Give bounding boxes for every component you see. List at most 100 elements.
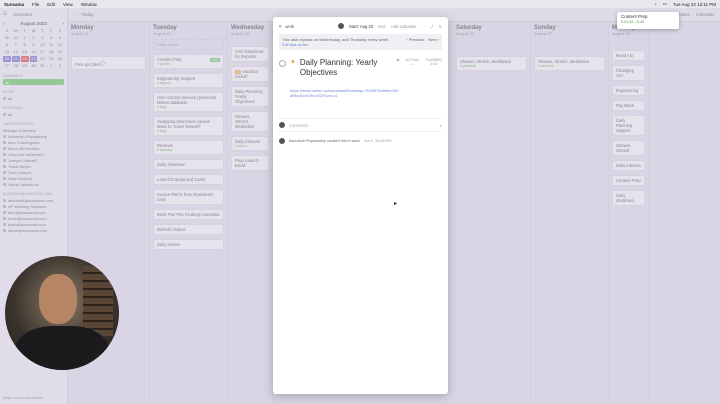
wifi-icon[interactable]: ◔	[654, 2, 657, 7]
calendar-day[interactable]: 4	[47, 35, 55, 41]
menubar-app-name[interactable]: Sunsama	[4, 2, 24, 7]
calendar-day[interactable]: 7	[12, 42, 20, 48]
edit-task-series-link[interactable]: Edit task series	[282, 43, 389, 47]
calendar-day[interactable]: 21	[11, 56, 20, 62]
task-card[interactable]: User commit (service) particular Notion …	[153, 92, 224, 112]
sidebar-account[interactable]: sarah@sunsama.com	[3, 227, 64, 233]
notes-link[interactable]: https://www.notion.so/sunsama/Roadmap-7b…	[290, 88, 400, 98]
task-card[interactable]: Daily Planning: Yearly Objectives	[231, 86, 269, 107]
play-icon[interactable]: ▶	[397, 58, 400, 66]
task-card[interactable]: CSV Download for Reports	[231, 46, 269, 62]
menu-file[interactable]: File	[32, 2, 39, 7]
today-button[interactable]: Today	[82, 12, 94, 17]
calendar-day[interactable]: 9	[30, 42, 38, 48]
calendar-day[interactable]: 24	[38, 56, 46, 62]
calendar-day[interactable]: 29	[21, 63, 29, 69]
calendar-day[interactable]: 18	[47, 49, 55, 55]
task-card[interactable]: Read Alo	[612, 50, 645, 61]
planned-time[interactable]: PLANNED 0:15	[425, 58, 442, 66]
calendar-day[interactable]: 1	[47, 63, 55, 69]
calendar-day[interactable]: 5	[56, 35, 64, 41]
menu-edit[interactable]: Edit	[47, 2, 55, 7]
calendar-day[interactable]: 1	[21, 35, 29, 41]
calendar-day[interactable]: 14	[12, 49, 20, 55]
task-card[interactable]: Changing Get	[612, 65, 645, 81]
calendar-day[interactable]: 12	[56, 42, 64, 48]
calendar-day[interactable]: 26	[56, 56, 64, 62]
task-card[interactable]: ● Vacation Kickoff	[231, 66, 269, 82]
task-card[interactable]: Daily shutdown	[153, 159, 224, 170]
menu-icon[interactable]: ☰	[3, 11, 7, 17]
calendar-day[interactable]: 17	[38, 49, 46, 55]
calendar-day[interactable]: 23	[29, 56, 38, 62]
menubar-clock[interactable]: Tue Aug 22 12:11 PM	[673, 2, 716, 7]
calendar-day[interactable]: 8	[21, 42, 29, 48]
sidebar-item-work-all[interactable]: all	[3, 95, 64, 101]
sidebar-person[interactable]: Vishal Jaisimhulu	[3, 181, 64, 187]
calendar-day[interactable]: 2	[30, 35, 38, 41]
expand-icon[interactable]: ⤢	[430, 24, 433, 29]
task-card[interactable]: Daily shutdown	[612, 190, 645, 206]
calendar-day[interactable]: 11	[47, 42, 55, 48]
task-card[interactable]: Shower, Stretch	[612, 140, 645, 156]
calendar-day[interactable]: 6	[3, 42, 11, 48]
calendar-day-today[interactable]: 22	[20, 56, 29, 62]
calendar-day[interactable]: 19	[56, 49, 64, 55]
calendar-day[interactable]: 30	[3, 35, 11, 41]
chevron-left-icon[interactable]: ‹	[3, 21, 5, 26]
task-card[interactable]: Daily inboxes	[612, 160, 645, 171]
channel-selector[interactable]: work	[285, 24, 294, 29]
task-card[interactable]: Book Pan Pan Findings Sunsama	[153, 209, 224, 220]
timer-notification[interactable]: Content Prep 0:01:51 / 0:45	[617, 12, 679, 29]
chevron-right-icon[interactable]: ›	[62, 21, 64, 26]
close-icon[interactable]: ✕	[438, 24, 442, 29]
calendar-day[interactable]: 30	[30, 63, 38, 69]
task-card[interactable]: Pay Bank	[612, 100, 645, 111]
next-button[interactable]: Next ›	[428, 37, 439, 42]
task-card[interactable]: Shower, Stretch, Meditation # personal	[456, 56, 527, 71]
calendar-day[interactable]: 13	[3, 49, 11, 55]
actual-time[interactable]: ACTUAL --:--	[406, 58, 420, 66]
task-card[interactable]: Content Prep	[612, 175, 645, 186]
task-card[interactable]: Launch/Capital and Cards	[153, 174, 224, 185]
task-title[interactable]: Daily Planning: Yearly Objectives	[300, 58, 393, 78]
add-subtasks-button[interactable]: Add subtasks	[391, 24, 416, 29]
calendar-day[interactable]: 2	[56, 63, 64, 69]
menu-view[interactable]: View	[63, 2, 73, 7]
tab-calendar[interactable]: Calendar	[696, 12, 714, 17]
calendar-day[interactable]: 31	[38, 63, 46, 69]
start-date-button[interactable]: Start: Aug 23	[349, 24, 373, 29]
task-card[interactable]: Shower, Stretch, Meditation	[231, 111, 269, 132]
comment-input[interactable]: Comment...	[289, 123, 311, 128]
calendar-day[interactable]: 10	[38, 42, 46, 48]
due-date-button[interactable]: Due	[378, 24, 386, 29]
calendar-day[interactable]: 31	[12, 35, 20, 41]
menu-window[interactable]: Window	[81, 2, 97, 7]
task-card[interactable]: Daily review	[153, 239, 224, 250]
task-card[interactable]: Prep Launch Email	[231, 155, 269, 171]
task-card[interactable]: Daily inboxes # admin	[231, 136, 269, 151]
task-card[interactable]: Invoice REFS from Brainstorm Lists	[153, 189, 224, 205]
add-task-button[interactable]: + Add a task	[153, 39, 224, 50]
battery-icon[interactable]: ▭	[663, 1, 667, 7]
task-card[interactable]: Refresh Videos	[153, 224, 224, 235]
task-card[interactable]: Reviews # planning	[153, 140, 224, 155]
task-card[interactable]: Swapping timezones causes tasks to "move…	[153, 116, 224, 136]
task-card[interactable]: Content Prep 0:45 # growth	[153, 54, 224, 69]
calendar-day[interactable]: 28	[12, 63, 20, 69]
sidebar-footer[interactable]: Make sunsama default	[0, 392, 68, 404]
task-complete-checkbox[interactable]	[279, 60, 286, 67]
tab-tasks[interactable]: Tasks	[678, 12, 690, 17]
calendar-day[interactable]: 25	[47, 56, 55, 62]
calendar-day[interactable]: 20	[3, 56, 11, 62]
calendar-panel[interactable]	[649, 22, 720, 404]
calendar-day[interactable]: 27	[3, 63, 11, 69]
previous-button[interactable]: ‹ Previous	[406, 37, 424, 42]
sidebar-item-channels-all[interactable]: all	[3, 79, 64, 85]
task-card[interactable]: Shower, Stretch, Meditation # personal	[534, 56, 605, 71]
calendar-day[interactable]: 16	[30, 49, 38, 55]
calendar-day[interactable]: 15	[21, 49, 29, 55]
task-checkbox[interactable]	[100, 61, 106, 66]
avatar[interactable]	[337, 23, 344, 29]
task-card[interactable]: Engineering Support # support	[153, 73, 224, 88]
